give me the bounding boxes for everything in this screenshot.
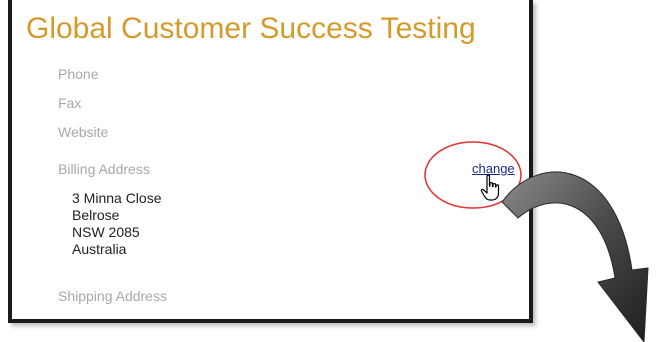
billing-address-line: Belrose (72, 207, 120, 223)
billing-address-label: Billing Address (58, 161, 150, 177)
account-detail-panel: Global Customer Success Testing Phone Fa… (8, 0, 533, 323)
billing-address-line: Australia (72, 241, 127, 257)
fax-label: Fax (58, 95, 82, 111)
account-title: Global Customer Success Testing (26, 12, 476, 45)
billing-address-line: NSW 2085 (72, 224, 140, 240)
screenshot-stage: Global Customer Success Testing Phone Fa… (0, 0, 667, 342)
phone-label: Phone (58, 66, 99, 82)
hand-pointer-icon (480, 174, 500, 201)
shipping-address-label: Shipping Address (58, 288, 167, 304)
billing-address-line: 3 Minna Close (72, 190, 162, 206)
website-label: Website (58, 124, 109, 140)
